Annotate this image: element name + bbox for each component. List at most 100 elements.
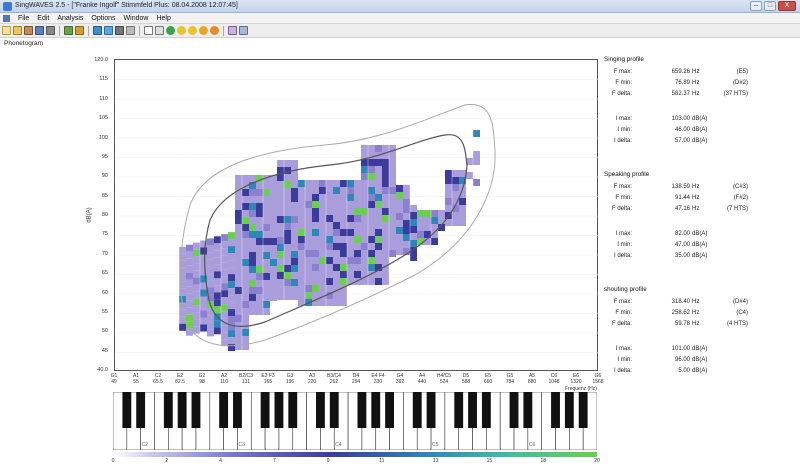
x-tick-hz: 1568	[592, 379, 604, 385]
phonetogram-cell	[235, 266, 242, 273]
select-icon[interactable]	[144, 26, 153, 35]
phonetogram-cell	[263, 308, 270, 315]
phonetogram-cell	[291, 293, 298, 300]
black-key	[163, 392, 173, 428]
phonetogram-cell	[186, 272, 193, 280]
phonetogram-cell	[354, 257, 361, 264]
phonetogram-cell	[221, 276, 228, 284]
black-key	[468, 392, 477, 428]
phonetogram-cell	[221, 283, 228, 291]
zoom-out-icon[interactable]	[188, 26, 197, 35]
pencil-icon[interactable]	[75, 26, 84, 35]
phonetogram-cell	[207, 329, 214, 337]
tool-icon[interactable]	[228, 26, 237, 35]
menu-help[interactable]: Help	[156, 15, 170, 22]
phonetogram-cell	[410, 226, 417, 233]
phonetogram-cell	[445, 198, 452, 205]
menu-file[interactable]: File	[18, 15, 29, 22]
row-label: F delta:	[611, 91, 632, 97]
row-unit: dB(A)	[692, 253, 708, 259]
square-icon[interactable]	[155, 26, 164, 35]
row-unit: Hz	[692, 91, 700, 97]
phonetogram-cell	[403, 213, 410, 220]
phonetogram-cell	[277, 160, 284, 167]
close-button[interactable]: X	[778, 1, 796, 11]
phonetogram-cell	[375, 257, 382, 264]
phonetogram-cell	[291, 160, 298, 167]
x-tick-label: E5 660	[479, 373, 497, 385]
phonetogram-cell	[312, 208, 319, 215]
y-tick-label: 105	[98, 115, 108, 122]
phonetogram-cell	[214, 264, 221, 272]
phonetogram-cell	[473, 179, 480, 186]
phonetogram-cell	[445, 177, 452, 184]
minimize-button[interactable]: –	[750, 1, 762, 11]
phonetogram-cell	[340, 236, 347, 243]
phonetogram-cell	[375, 166, 382, 173]
phonetogram-cell	[284, 251, 291, 258]
phonetogram-cell	[368, 208, 375, 215]
phonetogram-cell	[452, 170, 459, 177]
phonetogram-cell	[319, 257, 326, 264]
grid-icon[interactable]	[126, 26, 135, 35]
waveform-icon[interactable]	[104, 26, 113, 35]
save-icon[interactable]	[35, 26, 44, 35]
phonetogram-plot[interactable]	[114, 59, 599, 371]
analysis-icon[interactable]	[93, 26, 102, 35]
x-tick-label: G3 196	[281, 373, 299, 385]
x-tick-hz: 131	[241, 379, 251, 385]
spectrum-icon[interactable]	[115, 26, 124, 35]
phonetogram-cell	[326, 285, 333, 292]
phonetogram-cell	[319, 187, 326, 194]
phonetogram-cell	[221, 269, 228, 277]
phonetogram-cell	[382, 180, 389, 187]
phonetogram-cell	[291, 188, 298, 195]
print-icon[interactable]	[46, 26, 55, 35]
zoom-in-icon[interactable]	[177, 26, 186, 35]
phonetogram-cell	[403, 234, 410, 241]
phonetogram-cell	[382, 243, 389, 250]
phonetogram-cell	[445, 191, 452, 198]
phonetogram-cell	[249, 280, 256, 287]
phonetogram-cell	[361, 194, 368, 201]
x-tick-label: D4 294	[347, 373, 365, 385]
phonetogram-cell	[375, 194, 382, 201]
new-file-icon[interactable]	[2, 26, 11, 35]
document-icon[interactable]	[3, 14, 10, 22]
phonetogram-cell	[312, 285, 319, 292]
phonetogram-cell	[284, 202, 291, 209]
phonetogram-cell	[291, 174, 298, 181]
open-folder-icon[interactable]	[13, 26, 22, 35]
menu-window[interactable]: Window	[124, 15, 149, 22]
menu-edit[interactable]: Edit	[37, 15, 49, 22]
record-icon[interactable]	[64, 26, 73, 35]
zoom-fit-icon[interactable]	[199, 26, 208, 35]
profile-row: I min: 46.00 dB(A)	[604, 127, 800, 135]
black-key	[329, 392, 339, 428]
phonetogram-cell	[452, 177, 459, 184]
phonetogram-cell	[389, 194, 396, 201]
row-label: I min:	[617, 357, 632, 363]
x-tick-label: G4 392	[391, 373, 409, 385]
zoom-reset-icon[interactable]	[210, 26, 219, 35]
y-tick-label: 75	[101, 231, 108, 238]
green-dot-icon[interactable]	[166, 26, 175, 35]
phonetogram-cell	[326, 229, 333, 236]
phonetogram-cell	[368, 145, 375, 152]
y-tick-label: 60	[101, 289, 108, 296]
x-tick-label: E6 1320	[567, 373, 585, 385]
phonetogram-cell	[403, 220, 410, 227]
phonetogram-cell	[249, 238, 256, 245]
user-icon[interactable]	[24, 26, 33, 35]
phonetogram-cell	[298, 264, 305, 271]
piano-keyboard[interactable]: C2 C3 C4 C5 C6	[112, 391, 598, 451]
phonetogram-cell	[193, 277, 200, 285]
black-key	[454, 392, 464, 428]
phonetogram-cell	[354, 236, 361, 243]
menu-analysis[interactable]: Analysis	[57, 15, 83, 22]
phonetogram-cell	[340, 208, 347, 215]
magnifier-icon[interactable]	[239, 26, 248, 35]
menu-options[interactable]: Options	[91, 15, 115, 22]
black-key	[509, 392, 519, 428]
maximize-button[interactable]: □	[764, 1, 776, 11]
